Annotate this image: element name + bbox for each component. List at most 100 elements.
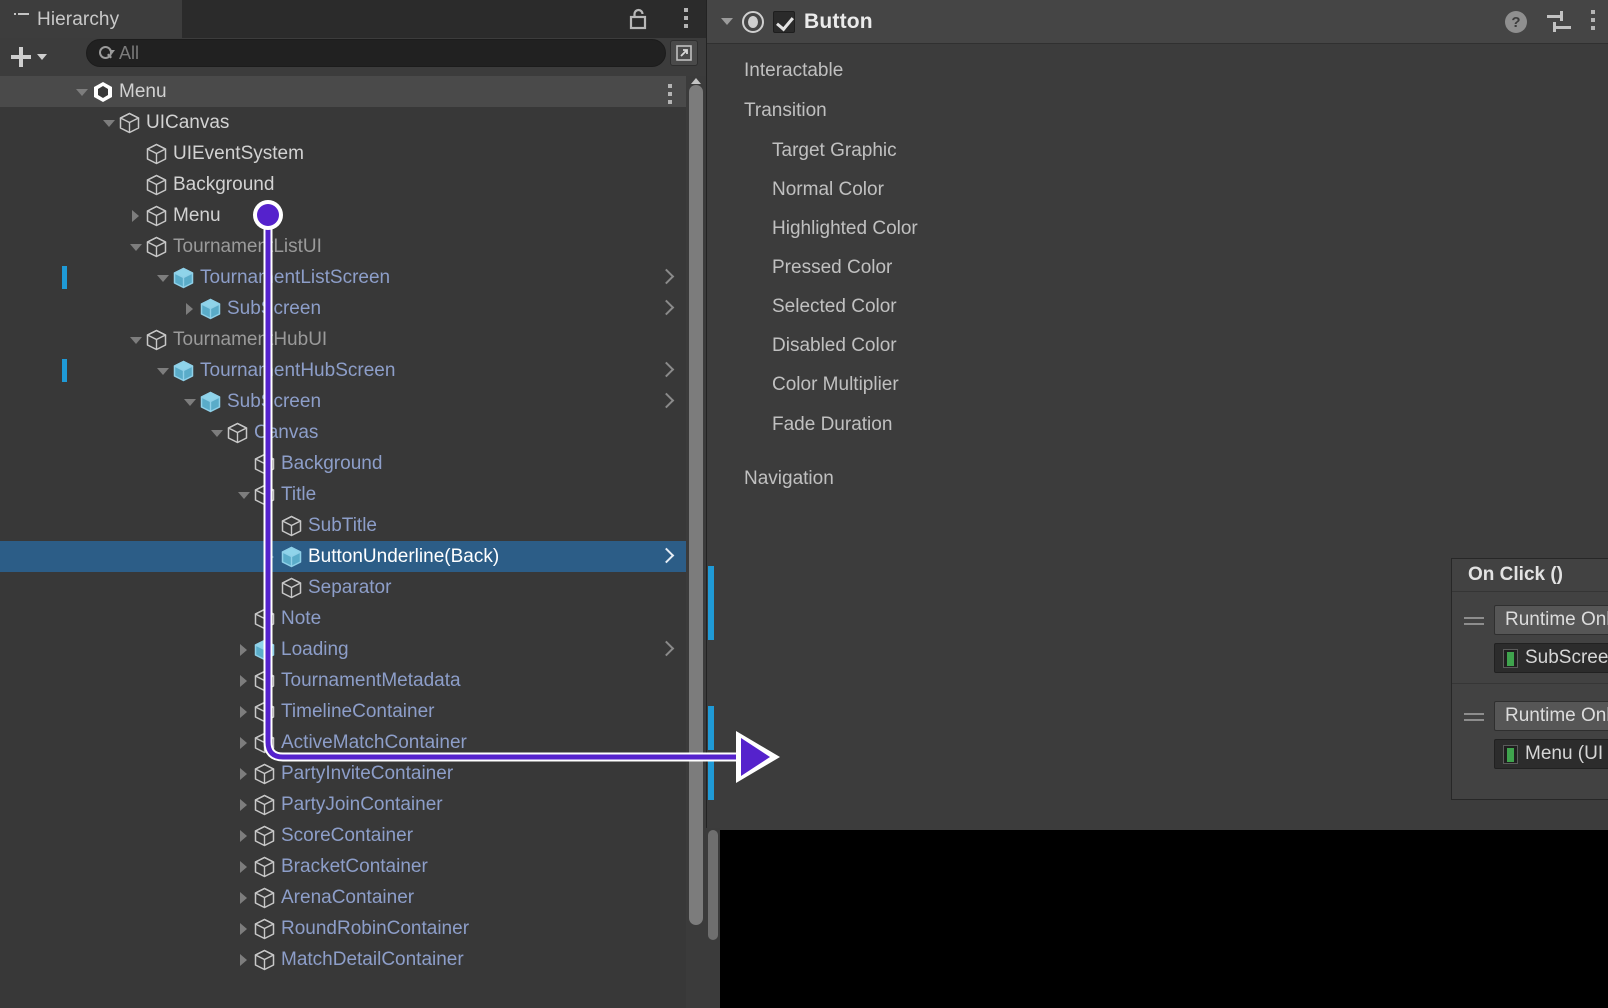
hierarchy-row[interactable]: MatchDetailContainer: [0, 944, 686, 975]
inspector-scrollbar[interactable]: [706, 828, 720, 1008]
chevron-right-icon[interactable]: [236, 735, 252, 751]
chevron-down-icon[interactable]: [101, 115, 117, 131]
chevron-down-icon[interactable]: [182, 394, 198, 410]
chevron-right-icon[interactable]: [182, 301, 198, 317]
prefab-open-icon[interactable]: [661, 640, 672, 658]
hierarchy-row[interactable]: Menu: [0, 200, 686, 231]
hierarchy-row-label: Background: [173, 174, 274, 196]
hierarchy-row[interactable]: ScoreContainer: [0, 820, 686, 851]
preset-sliders-icon[interactable]: [1547, 11, 1571, 33]
hierarchy-row-label: Separator: [308, 577, 391, 599]
chevron-right-icon[interactable]: [236, 797, 252, 813]
chevron-right-icon[interactable]: [236, 704, 252, 720]
hierarchy-row[interactable]: TournamentListUI: [0, 231, 686, 262]
search-input[interactable]: All: [86, 39, 666, 67]
prefab-open-icon[interactable]: [661, 392, 672, 410]
scrollbar-thumb[interactable]: [689, 85, 703, 925]
hierarchy-row[interactable]: SubScreen: [0, 386, 686, 417]
chevron-right-icon[interactable]: [236, 673, 252, 689]
tab-hierarchy[interactable]: Hierarchy: [0, 0, 182, 38]
hierarchy-tree[interactable]: MenuUICanvasUIEventSystemBackgroundMenuT…: [0, 76, 686, 1008]
field-color-multiplier: Color Multiplier: [707, 366, 1608, 404]
prefab-override-marker: [62, 266, 67, 289]
hierarchy-row[interactable]: Loading: [0, 634, 686, 665]
prefab-icon: [173, 267, 194, 289]
hierarchy-row[interactable]: PartyInviteContainer: [0, 758, 686, 789]
kebab-menu-icon[interactable]: [684, 8, 688, 32]
chevron-right-icon[interactable]: [236, 766, 252, 782]
component-enabled-checkbox[interactable]: [773, 11, 795, 33]
chevron-right-icon[interactable]: [236, 890, 252, 906]
prefab-icon: [200, 298, 221, 320]
chevron-right-icon[interactable]: [236, 828, 252, 844]
drag-handle-icon[interactable]: [1464, 617, 1484, 629]
chevron-right-icon[interactable]: [128, 208, 144, 224]
kebab-menu-icon[interactable]: [1591, 10, 1595, 34]
chevron-down-icon[interactable]: [155, 363, 171, 379]
prefab-open-icon[interactable]: [661, 361, 672, 379]
hierarchy-row[interactable]: RoundRobinContainer: [0, 913, 686, 944]
chevron-down-icon[interactable]: [155, 270, 171, 286]
open-in-new-icon[interactable]: [670, 40, 698, 66]
hierarchy-row-label: TournamentHubUI: [173, 329, 327, 351]
hierarchy-row[interactable]: SubScreen: [0, 293, 686, 324]
hierarchy-row[interactable]: TournamentHubScreen: [0, 355, 686, 386]
event-target-objectfield[interactable]: SubScreen (GL: [1494, 643, 1608, 673]
event-mode-dropdown[interactable]: Runtime Only: [1494, 701, 1608, 731]
chevron-down-icon[interactable]: [128, 332, 144, 348]
chevron-right-icon[interactable]: [236, 952, 252, 968]
gameobject-icon: [254, 825, 275, 847]
hierarchy-row[interactable]: TournamentListScreen: [0, 262, 686, 293]
chevron-right-icon[interactable]: [236, 921, 252, 937]
chevron-right-icon[interactable]: [263, 549, 279, 565]
scrollbar-thumb[interactable]: [708, 830, 718, 940]
prefab-open-icon[interactable]: [661, 299, 672, 317]
chevron-down-icon[interactable]: [209, 425, 225, 441]
scroll-up-icon[interactable]: [691, 78, 701, 84]
hierarchy-row[interactable]: Canvas: [0, 417, 686, 448]
hierarchy-row-label: TournamentHubScreen: [200, 360, 395, 382]
hierarchy-row[interactable]: Background: [0, 448, 686, 479]
hierarchy-row-selected[interactable]: ButtonUnderline(Back): [0, 541, 686, 572]
hierarchy-row-label: Note: [281, 608, 321, 630]
hierarchy-row[interactable]: UIEventSystem: [0, 138, 686, 169]
drag-handle-icon[interactable]: [1464, 713, 1484, 725]
hierarchy-row[interactable]: PartyJoinContainer: [0, 789, 686, 820]
hierarchy-row[interactable]: Menu: [0, 76, 686, 107]
hierarchy-row[interactable]: SubTitle: [0, 510, 686, 541]
chevron-down-icon[interactable]: [236, 487, 252, 503]
hierarchy-row[interactable]: Background: [0, 169, 686, 200]
script-asset-icon: [1503, 649, 1518, 668]
selected-color-label: Selected Color: [707, 296, 897, 318]
twisty-spacer: [263, 580, 279, 596]
prefab-open-icon[interactable]: [661, 547, 672, 565]
chevron-down-icon[interactable]: [721, 18, 733, 25]
hierarchy-row-label: ButtonUnderline(Back): [308, 546, 499, 568]
hierarchy-row[interactable]: ArenaContainer: [0, 882, 686, 913]
hierarchy-row[interactable]: TimelineContainer: [0, 696, 686, 727]
hierarchy-row[interactable]: Separator: [0, 572, 686, 603]
help-icon[interactable]: ?: [1505, 11, 1527, 33]
event-mode-dropdown[interactable]: Runtime Only: [1494, 605, 1608, 635]
hierarchy-row[interactable]: BracketContainer: [0, 851, 686, 882]
hierarchy-row[interactable]: ActiveMatchContainer: [0, 727, 686, 758]
hierarchy-row[interactable]: Title: [0, 479, 686, 510]
hierarchy-row[interactable]: Note: [0, 603, 686, 634]
hierarchy-row[interactable]: UICanvas: [0, 107, 686, 138]
chevron-right-icon[interactable]: [236, 642, 252, 658]
gameobject-icon: [254, 794, 275, 816]
hierarchy-row[interactable]: TournamentMetadata: [0, 665, 686, 696]
chevron-down-icon[interactable]: [128, 239, 144, 255]
prefab-open-icon[interactable]: [661, 268, 672, 286]
unlock-icon[interactable]: [629, 8, 650, 30]
hierarchy-row-label: Loading: [281, 639, 349, 661]
kebab-menu-icon[interactable]: [668, 84, 672, 108]
hierarchy-scrollbar[interactable]: [686, 76, 706, 1008]
chevron-right-icon[interactable]: [236, 859, 252, 875]
chevron-down-icon[interactable]: [74, 84, 90, 100]
button-component-icon: [742, 11, 764, 33]
hierarchy-row[interactable]: TournamentHubUI: [0, 324, 686, 355]
gameobject-icon: [146, 236, 167, 258]
event-target-objectfield[interactable]: Menu (UI Tour: [1494, 739, 1608, 769]
add-gameobject-button[interactable]: [0, 38, 56, 76]
